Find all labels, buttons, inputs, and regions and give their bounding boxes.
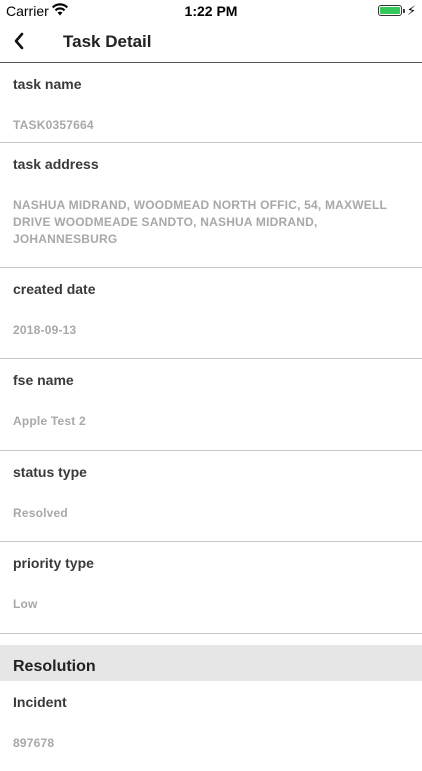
field-value: 897678 xyxy=(13,736,55,750)
field-status-type: status type Resolved xyxy=(0,451,422,542)
field-label: created date xyxy=(13,281,96,297)
field-fse-name: fse name Apple Test 2 xyxy=(0,359,422,451)
field-value: Resolved xyxy=(13,506,68,520)
charging-bolt-icon: ⚡︎ xyxy=(406,3,416,18)
field-value: Low xyxy=(13,597,38,611)
page-title: Task Detail xyxy=(63,32,152,51)
status-bar: Carrier 1:22 PM ⚡︎ xyxy=(0,0,422,22)
field-label: status type xyxy=(13,464,87,480)
battery-tip xyxy=(403,9,405,13)
field-label: priority type xyxy=(13,555,94,571)
task-detail-list[interactable]: task name TASK0357664 task address NASHU… xyxy=(0,63,422,771)
section-title: Resolution xyxy=(13,658,96,675)
field-priority-type: priority type Low xyxy=(0,542,422,634)
field-value: TASK0357664 xyxy=(13,118,94,132)
clock-time: 1:22 PM xyxy=(184,3,238,19)
field-value: Apple Test 2 xyxy=(13,414,86,428)
section-header-resolution: Resolution xyxy=(0,645,422,681)
navigation-bar: Task Detail xyxy=(0,22,422,63)
field-incident: Incident 897678 xyxy=(0,681,422,771)
field-task-address: task address NASHUA MIDRAND, WOODMEAD NO… xyxy=(0,143,422,268)
field-label: Incident xyxy=(13,694,67,710)
field-value: 2018-09-13 xyxy=(13,323,77,337)
field-value: NASHUA MIDRAND, WOODMEAD NORTH OFFIC, 54… xyxy=(13,198,387,246)
field-label: task name xyxy=(13,76,82,92)
field-task-name: task name TASK0357664 xyxy=(0,63,422,143)
battery-icon xyxy=(378,5,402,16)
field-label: task address xyxy=(13,156,99,172)
field-label: fse name xyxy=(13,372,74,388)
chevron-left-icon[interactable] xyxy=(12,31,26,51)
field-created-date: created date 2018-09-13 xyxy=(0,268,422,359)
